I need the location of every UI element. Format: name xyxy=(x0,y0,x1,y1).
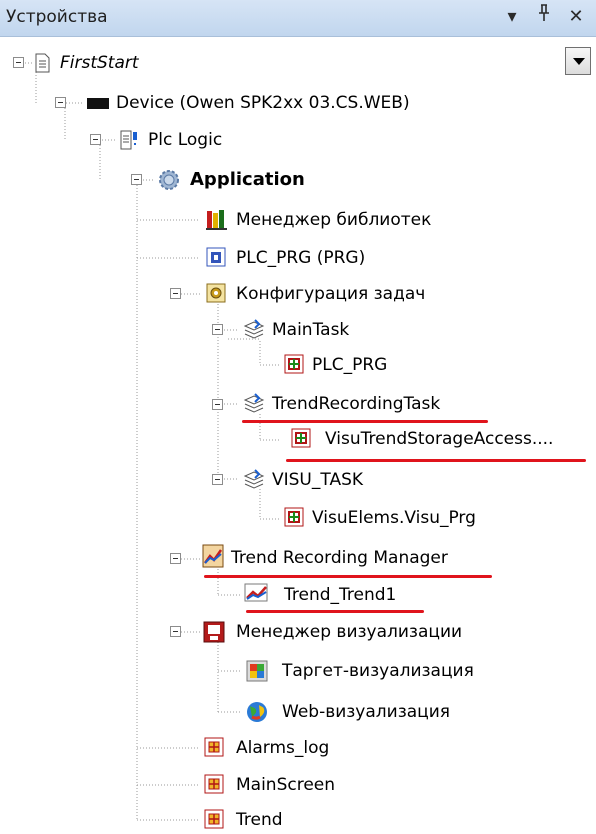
tree-item-target-visualization[interactable]: Таргет-визуализация xyxy=(282,660,474,682)
tree-item-plc-logic[interactable]: Plc Logic xyxy=(148,129,222,151)
collapse-toggle-plc-logic[interactable] xyxy=(90,134,101,145)
visualization-object-icon xyxy=(203,808,225,830)
highlight-underline xyxy=(286,459,586,462)
program-pou-icon xyxy=(205,246,227,268)
project-dropdown-button[interactable] xyxy=(565,47,591,75)
task-configuration-icon xyxy=(205,282,227,304)
tree-item-web-visualization[interactable]: Web-визуализация xyxy=(282,701,450,723)
collapse-toggle-visu-manager[interactable] xyxy=(170,626,181,637)
collapse-toggle-task-config[interactable] xyxy=(170,288,181,299)
collapse-toggle-main-task[interactable] xyxy=(212,324,223,335)
tree-item-plc-prg[interactable]: PLC_PRG (PRG) xyxy=(236,247,365,269)
task-stack-icon xyxy=(242,468,265,490)
program-call-icon xyxy=(283,353,305,375)
trend-manager-icon xyxy=(200,543,224,568)
application-gear-icon xyxy=(157,168,179,190)
highlight-underline xyxy=(204,575,492,578)
program-call-icon xyxy=(290,427,312,449)
task-stack-icon xyxy=(242,318,265,340)
web-visualization-icon xyxy=(245,700,267,722)
tree-item-application[interactable]: Application xyxy=(190,169,305,191)
tree-item-visu-trend-storage-access[interactable]: VisuTrendStorageAccess.... xyxy=(325,428,553,450)
tree-item-trend-recording-manager[interactable]: Trend Recording Manager xyxy=(231,547,448,569)
tree-item-device[interactable]: Device (Owen SPK2xx 03.CS.WEB) xyxy=(116,92,410,114)
tree-item-main-task-plc-prg[interactable]: PLC_PRG xyxy=(312,354,387,376)
target-visualization-icon xyxy=(245,659,268,682)
tree-item-main-task[interactable]: MainTask xyxy=(272,319,349,341)
collapse-toggle-firststart[interactable] xyxy=(13,57,24,68)
visualization-manager-icon xyxy=(202,620,225,643)
collapse-toggle-device[interactable] xyxy=(55,97,66,108)
collapse-toggle-application[interactable] xyxy=(131,174,142,185)
highlight-underline xyxy=(242,420,488,423)
tree-item-trend-trend1[interactable]: Trend_Trend1 xyxy=(284,584,396,606)
project-file-icon xyxy=(31,52,53,74)
highlight-underline xyxy=(246,610,424,613)
tree-item-task-configuration[interactable]: Конфигурация задач xyxy=(236,283,425,305)
tree-item-main-screen[interactable]: MainScreen xyxy=(236,774,335,796)
tree-item-alarms-log[interactable]: Alarms_log xyxy=(236,737,329,759)
tree-item-visu-task[interactable]: VISU_TASK xyxy=(272,469,363,491)
visualization-object-icon xyxy=(203,773,225,795)
collapse-toggle-trend-task[interactable] xyxy=(212,399,223,410)
tree-item-visu-elems-visu-prg[interactable]: VisuElems.Visu_Prg xyxy=(312,507,476,529)
plc-logic-icon xyxy=(119,129,141,151)
trend-chart-icon xyxy=(243,580,268,602)
tree-item-trend[interactable]: Trend xyxy=(236,809,283,831)
collapse-toggle-visu-task[interactable] xyxy=(212,474,223,485)
visualization-object-icon xyxy=(203,736,225,758)
device-icon xyxy=(86,92,109,114)
collapse-toggle-trend-manager[interactable] xyxy=(170,553,181,564)
tree-item-firststart[interactable]: FirstStart xyxy=(60,52,139,74)
task-stack-icon xyxy=(242,392,265,414)
tree-item-library-manager[interactable]: Менеджер библиотек xyxy=(236,209,431,231)
program-call-icon xyxy=(283,506,305,528)
tree-item-visualization-manager[interactable]: Менеджер визуализации xyxy=(236,621,462,643)
library-books-icon xyxy=(205,208,227,230)
tree-item-trend-recording-task[interactable]: TrendRecordingTask xyxy=(272,393,440,415)
